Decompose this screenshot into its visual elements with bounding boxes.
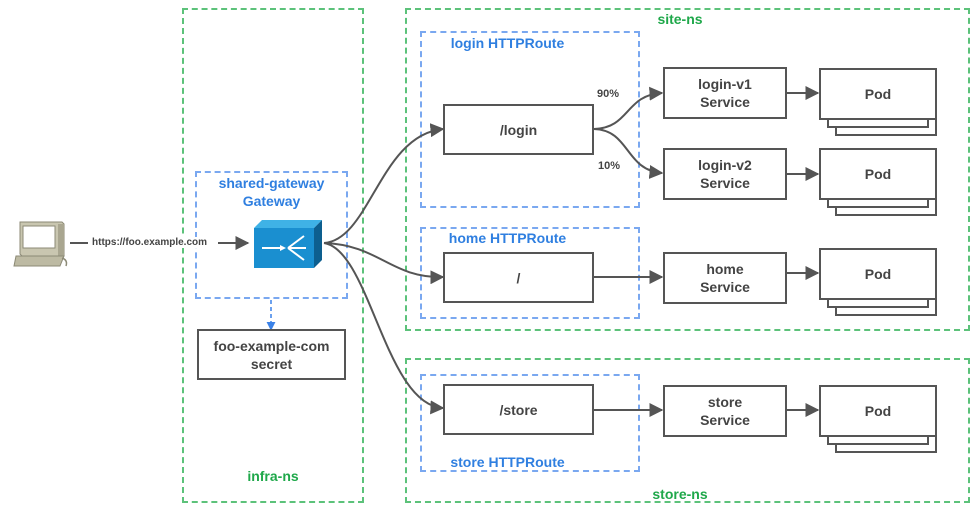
pod-label: Pod — [864, 166, 892, 182]
login-v1-service-box[interactable]: login-v1 Service — [663, 67, 787, 119]
pod-box: Pod — [819, 148, 937, 200]
login-v1-service-kind: Service — [700, 94, 750, 110]
pod-box: Pod — [819, 385, 937, 437]
login-v2-pods[interactable]: Pod — [819, 148, 945, 216]
gateway-to-store-edge — [323, 242, 445, 415]
gateway-to-login-edge — [323, 123, 445, 244]
store-path: /store — [499, 401, 538, 418]
gateway-to-home-edge — [323, 242, 445, 285]
pod-box: Pod — [819, 68, 937, 120]
client-url-label: https://foo.example.com — [89, 237, 211, 248]
login-v2-service-kind: Service — [700, 175, 750, 191]
home-path-box[interactable]: / — [443, 252, 594, 303]
pod-label: Pod — [864, 403, 892, 419]
home-service-name: home — [706, 261, 744, 277]
login-v2-service-box[interactable]: login-v2 Service — [663, 148, 787, 200]
load-balancer-icon[interactable] — [250, 220, 322, 268]
home-service-kind: Service — [700, 279, 750, 295]
store-service-name: store — [707, 394, 743, 410]
store-service-kind: Service — [700, 412, 750, 428]
login-path-box[interactable]: /login — [443, 104, 594, 155]
store-path-box[interactable]: /store — [443, 384, 594, 435]
login-split-90: 90% — [597, 88, 620, 100]
computer-icon — [12, 220, 68, 268]
store-service-box[interactable]: store Service — [663, 385, 787, 437]
pod-label: Pod — [864, 86, 892, 102]
login-v1-service-name: login-v1 — [698, 76, 752, 92]
home-path: / — [516, 269, 521, 286]
pod-label: Pod — [864, 266, 892, 282]
login-v1-pods[interactable]: Pod — [819, 68, 945, 136]
login-v2-service-name: login-v2 — [698, 157, 752, 173]
home-service-box[interactable]: home Service — [663, 252, 787, 304]
secret-box[interactable]: foo-example-com secret — [197, 329, 346, 380]
store-pods[interactable]: Pod — [819, 385, 945, 453]
secret-name: foo-example-com — [213, 337, 330, 354]
login-path: /login — [499, 121, 538, 138]
pod-box: Pod — [819, 248, 937, 300]
login-split-10: 10% — [598, 160, 621, 172]
home-pods[interactable]: Pod — [819, 248, 945, 316]
secret-kind: secret — [250, 355, 293, 372]
